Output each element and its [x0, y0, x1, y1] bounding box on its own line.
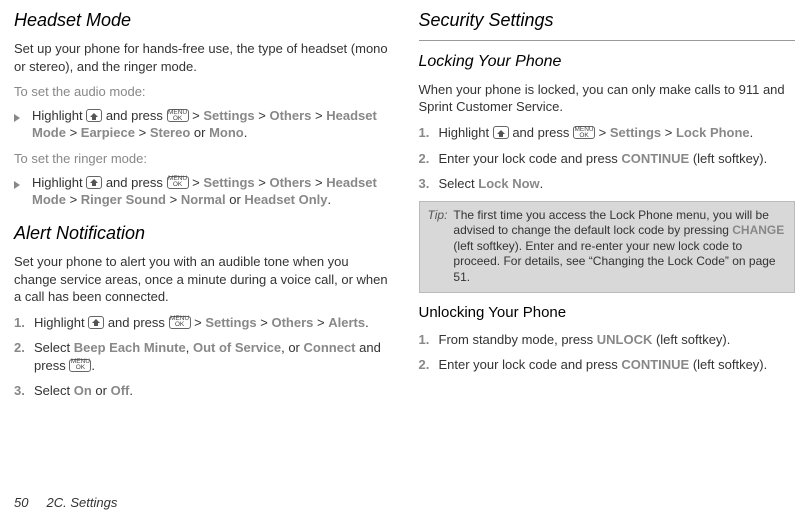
bullet-icon: [14, 114, 20, 122]
heading-alert-notification: Alert Notification: [14, 221, 391, 245]
audio-mode-step: Highlight and press MENUOK > Settings > …: [14, 107, 391, 142]
lock-step-1: 1. Highlight and press MENUOK > Settings…: [419, 124, 796, 142]
lock-step-2: 2. Enter your lock code and press CONTIN…: [419, 150, 796, 168]
alert-step-1: 1. Highlight and press MENUOK > Settings…: [14, 314, 391, 332]
alert-intro: Set your phone to alert you with an audi…: [14, 253, 391, 306]
menu-ok-icon: MENUOK: [169, 316, 191, 329]
home-icon: [86, 109, 102, 122]
alert-step-2: 2. Select Beep Each Minute, Out of Servi…: [14, 339, 391, 374]
menu-ok-icon: MENUOK: [167, 109, 189, 122]
bullet-icon: [14, 181, 20, 189]
home-icon: [86, 176, 102, 189]
audio-mode-label: To set the audio mode:: [14, 83, 391, 101]
tip-box: Tip: The first time you access the Lock …: [419, 201, 796, 293]
page-number: 50: [14, 495, 28, 510]
alert-step-3: 3. Select On or Off.: [14, 382, 391, 400]
left-column: Headset Mode Set up your phone for hands…: [14, 8, 391, 408]
heading-headset-mode: Headset Mode: [14, 8, 391, 32]
heading-unlocking-phone: Unlocking Your Phone: [419, 303, 796, 323]
menu-ok-icon: MENUOK: [167, 176, 189, 189]
menu-ok-icon: MENUOK: [69, 359, 91, 372]
unlock-step-1: 1. From standby mode, press UNLOCK (left…: [419, 331, 796, 349]
ringer-mode-step: Highlight and press MENUOK > Settings > …: [14, 174, 391, 209]
ringer-mode-label: To set the ringer mode:: [14, 150, 391, 168]
headset-intro: Set up your phone for hands-free use, th…: [14, 40, 391, 75]
menu-ok-icon: MENUOK: [573, 126, 595, 139]
divider: [419, 40, 796, 41]
home-icon: [88, 316, 104, 329]
page-footer: 50 2C. Settings: [14, 494, 117, 512]
right-column: Security Settings Locking Your Phone Whe…: [419, 8, 796, 408]
unlock-step-2: 2. Enter your lock code and press CONTIN…: [419, 356, 796, 374]
lock-step-3: 3. Select Lock Now.: [419, 175, 796, 193]
section-name: 2C. Settings: [47, 495, 118, 510]
heading-security-settings: Security Settings: [419, 8, 796, 32]
locking-intro: When your phone is locked, you can only …: [419, 81, 796, 116]
heading-locking-phone: Locking Your Phone: [419, 51, 796, 73]
tip-content: The first time you access the Lock Phone…: [453, 208, 786, 286]
home-icon: [493, 126, 509, 139]
tip-label: Tip:: [428, 208, 448, 286]
